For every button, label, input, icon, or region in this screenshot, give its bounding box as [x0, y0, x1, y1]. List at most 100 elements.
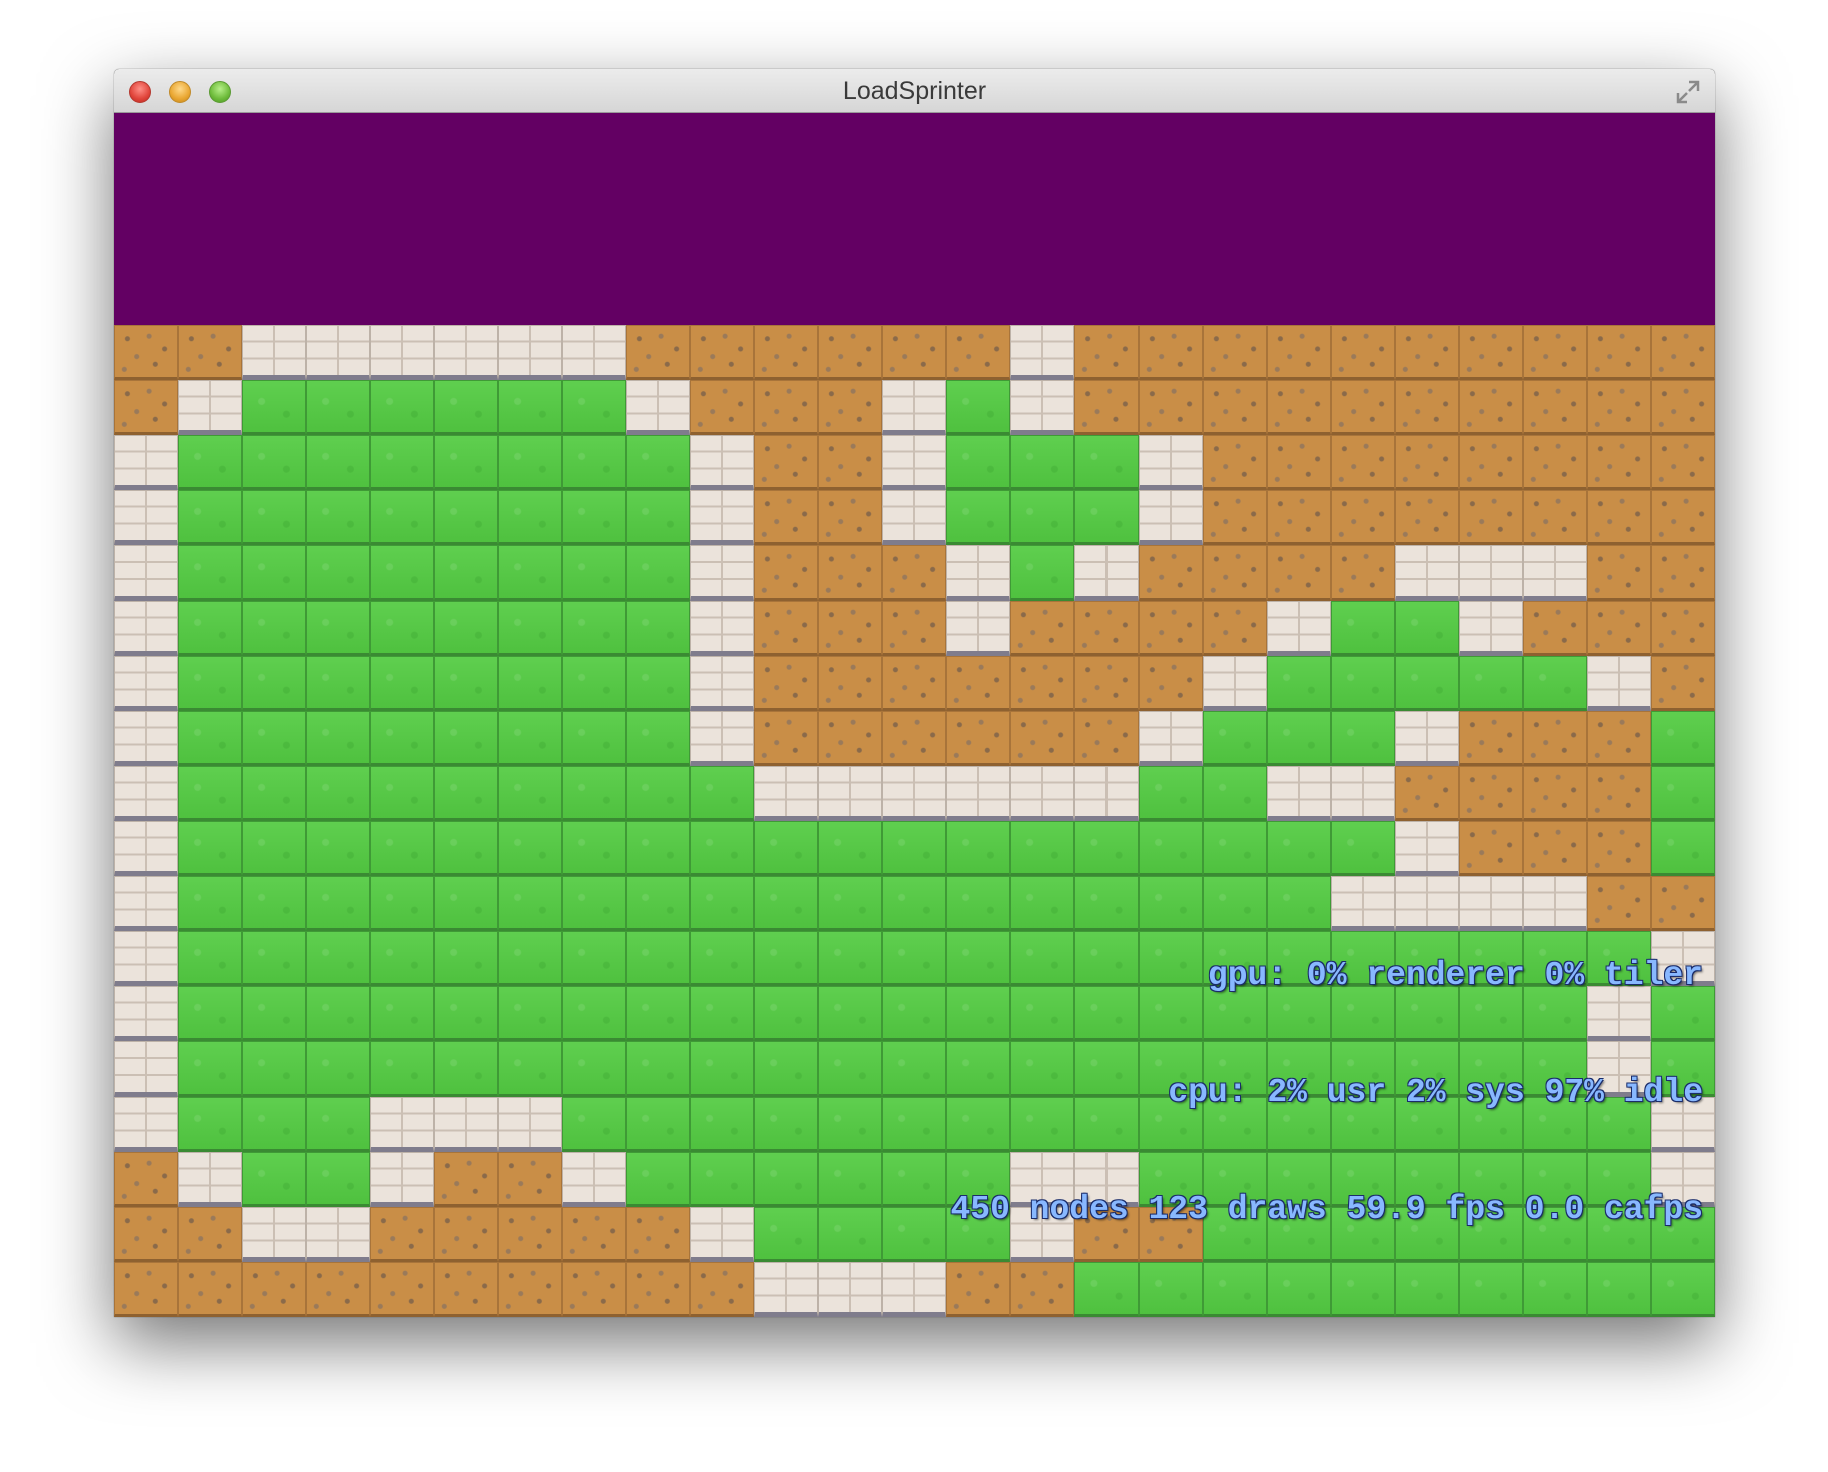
stone-tile — [690, 600, 755, 656]
grass-tile — [370, 380, 435, 436]
grass-tile — [1202, 820, 1267, 877]
grass-tile — [306, 1096, 371, 1152]
grass-tile — [178, 490, 243, 546]
grass-tile — [498, 765, 563, 821]
dirt-tile — [1266, 325, 1331, 381]
grass-tile — [434, 655, 499, 711]
grass-tile — [1330, 820, 1395, 877]
dirt-tile — [1138, 380, 1203, 436]
dirt-tile — [1074, 600, 1139, 656]
grass-tile — [562, 986, 627, 1042]
grass-tile — [370, 931, 435, 987]
dirt-tile — [114, 325, 179, 381]
grass-tile — [178, 931, 243, 987]
stone-tile — [370, 1096, 435, 1152]
stone-tile — [1266, 765, 1331, 821]
grass-tile — [1522, 655, 1587, 711]
dirt-tile — [1074, 325, 1139, 381]
grass-tile — [754, 820, 819, 877]
grass-tile — [882, 876, 947, 932]
dirt-tile — [1650, 600, 1715, 656]
stone-tile — [690, 435, 755, 491]
stone-tile — [1010, 765, 1075, 821]
stone-tile — [306, 325, 371, 381]
grass-tile — [818, 1206, 883, 1262]
grass-tile — [242, 820, 307, 877]
grass-tile — [1074, 435, 1139, 491]
stone-tile — [1394, 545, 1459, 601]
dirt-tile — [178, 325, 243, 381]
dirt-tile — [498, 1206, 563, 1262]
dirt-tile — [1010, 655, 1075, 711]
stone-tile — [690, 490, 755, 546]
stone-tile — [562, 1151, 627, 1207]
grass-tile — [818, 876, 883, 932]
grass-tile — [754, 1151, 819, 1207]
dirt-tile — [1138, 655, 1203, 711]
dirt-tile — [1586, 765, 1651, 821]
dirt-tile — [1202, 545, 1267, 601]
title-bar[interactable]: LoadSprinter — [114, 69, 1715, 113]
dirt-tile — [754, 490, 819, 546]
dirt-tile — [1202, 380, 1267, 436]
grass-tile — [434, 435, 499, 491]
grass-tile — [434, 380, 499, 436]
dirt-tile — [1010, 710, 1075, 766]
grass-tile — [626, 765, 691, 821]
dirt-tile — [1522, 765, 1587, 821]
stone-tile — [946, 765, 1011, 821]
grass-tile — [562, 655, 627, 711]
dirt-tile — [1074, 710, 1139, 766]
stone-tile — [498, 1096, 563, 1152]
grass-tile — [1138, 765, 1203, 821]
grass-tile — [626, 490, 691, 546]
dirt-tile — [690, 1261, 755, 1317]
grass-tile — [242, 655, 307, 711]
stone-tile — [434, 325, 499, 381]
stone-tile — [882, 435, 947, 491]
dirt-tile — [1586, 710, 1651, 766]
stone-tile — [114, 765, 179, 821]
dirt-tile — [1650, 655, 1715, 711]
stone-tile — [1074, 545, 1139, 601]
dirt-tile — [1586, 325, 1651, 381]
fullscreen-icon[interactable] — [1675, 79, 1701, 105]
grass-tile — [690, 1096, 755, 1152]
dirt-tile — [1394, 325, 1459, 381]
dirt-tile — [754, 435, 819, 491]
dirt-tile — [1586, 490, 1651, 546]
stone-tile — [1330, 765, 1395, 821]
grass-tile — [306, 435, 371, 491]
dirt-tile — [626, 1261, 691, 1317]
dirt-tile — [1202, 490, 1267, 546]
grass-tile — [882, 1206, 947, 1262]
grass-tile — [626, 931, 691, 987]
grass-tile — [818, 986, 883, 1042]
grass-tile — [1650, 820, 1715, 877]
dirt-tile — [1522, 380, 1587, 436]
stone-tile — [1138, 435, 1203, 491]
grass-tile — [434, 490, 499, 546]
grass-tile — [434, 820, 499, 877]
stone-tile — [1458, 545, 1523, 601]
grass-tile — [1074, 820, 1139, 877]
stone-tile — [754, 1261, 819, 1317]
dirt-tile — [1394, 435, 1459, 491]
stats-cpu-line: cpu: 2% usr 2% sys 97% idle — [1168, 1074, 1703, 1111]
grass-tile — [242, 1151, 307, 1207]
game-canvas[interactable]: gpu: 0% renderer 0% tiler cpu: 2% usr 2%… — [114, 113, 1715, 1317]
dirt-tile — [1202, 325, 1267, 381]
grass-tile — [1074, 490, 1139, 546]
grass-tile — [1458, 655, 1523, 711]
grass-tile — [946, 435, 1011, 491]
stone-tile — [1138, 710, 1203, 766]
dirt-tile — [1010, 600, 1075, 656]
dirt-tile — [370, 1206, 435, 1262]
grass-tile — [1266, 820, 1331, 877]
grass-tile — [178, 600, 243, 656]
grass-tile — [434, 986, 499, 1042]
grass-tile — [370, 820, 435, 877]
stone-tile — [626, 380, 691, 436]
grass-tile — [818, 931, 883, 987]
app-window: LoadSprinter gpu: 0% renderer 0% tiler c… — [114, 69, 1715, 1317]
